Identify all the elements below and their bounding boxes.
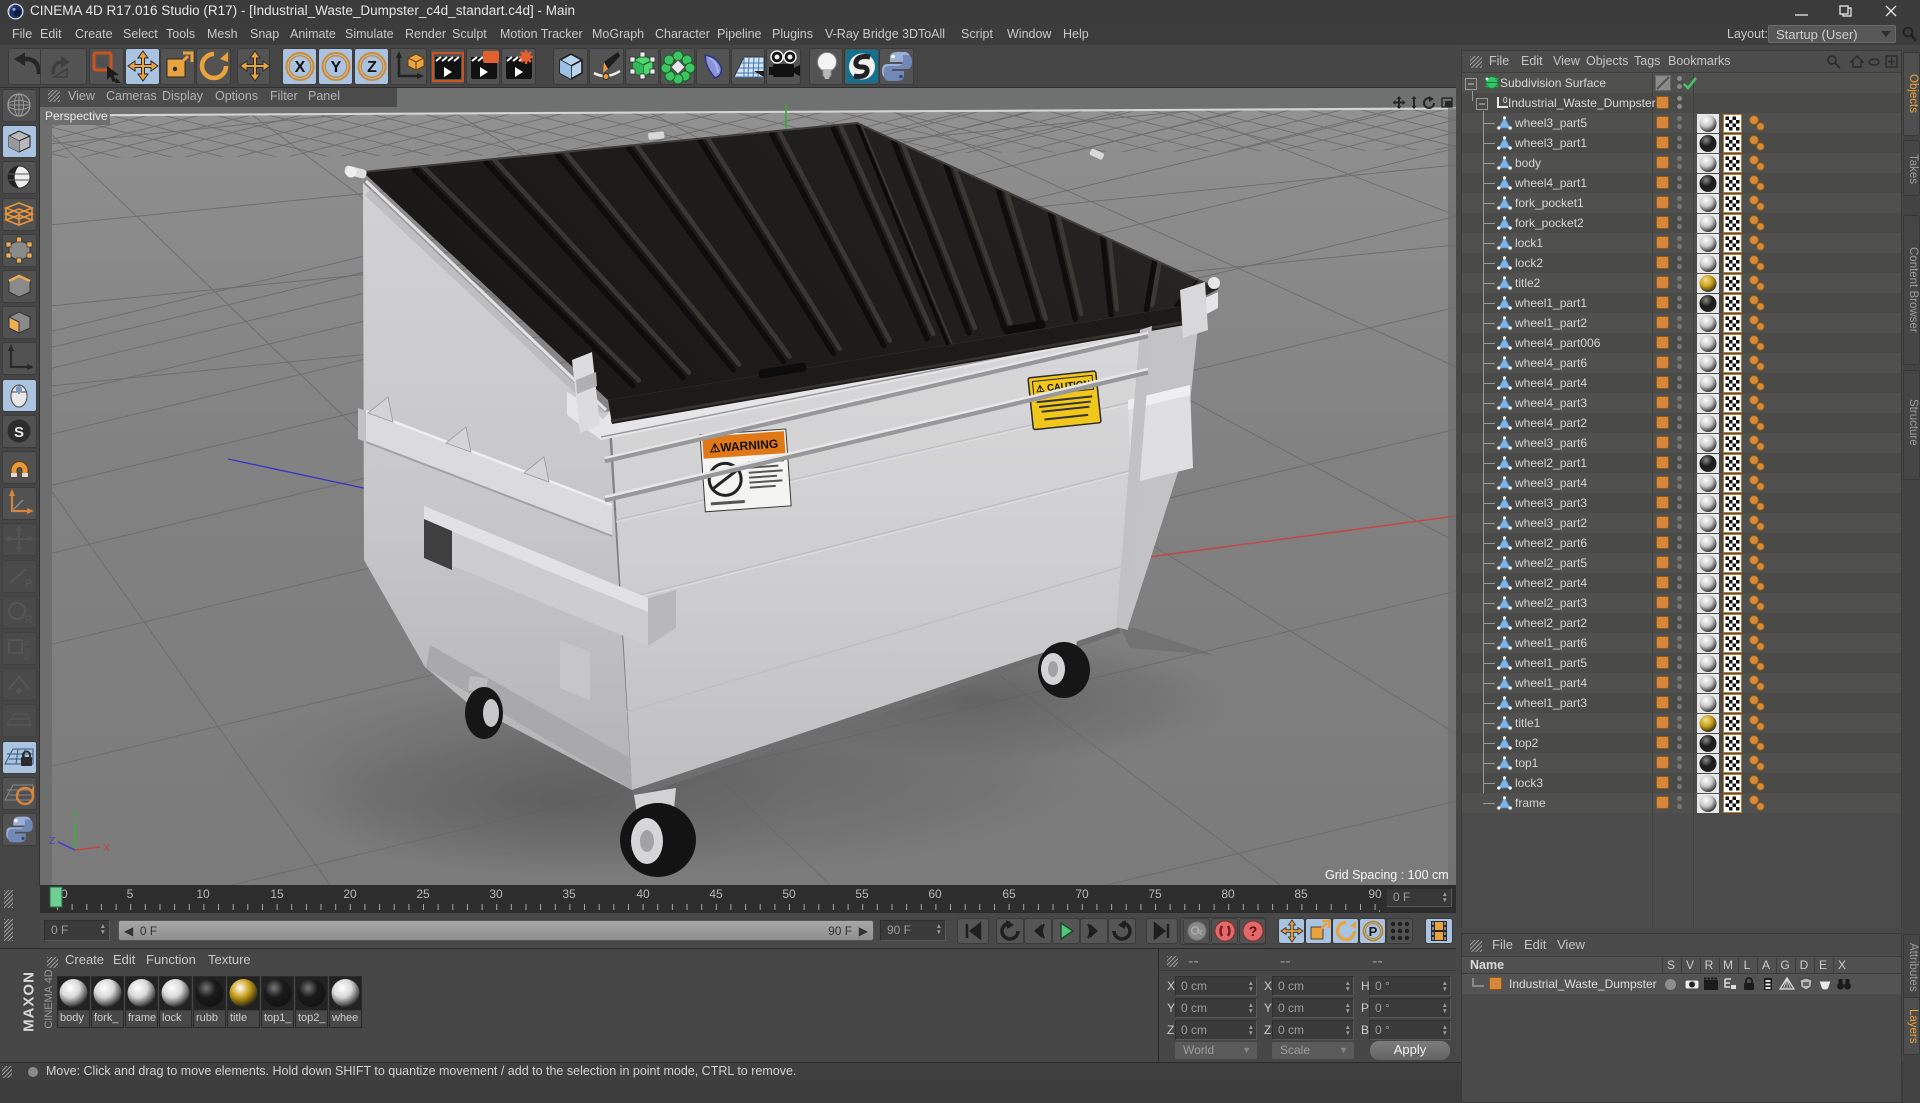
- svg-text:45: 45: [709, 887, 723, 901]
- svg-text:Y: Y: [331, 59, 342, 76]
- svg-text:60: 60: [928, 887, 942, 901]
- svg-text:5: 5: [127, 887, 134, 901]
- svg-text:35: 35: [562, 887, 576, 901]
- svg-text:X: X: [295, 59, 306, 76]
- svg-text:50: 50: [782, 887, 796, 901]
- svg-text:15: 15: [270, 887, 284, 901]
- svg-text:65: 65: [1002, 887, 1016, 901]
- svg-text:30: 30: [489, 887, 503, 901]
- svg-text:10: 10: [196, 887, 210, 901]
- svg-text:85: 85: [1294, 887, 1308, 901]
- svg-text:70: 70: [1075, 887, 1089, 901]
- svg-text:P: P: [25, 578, 32, 590]
- svg-text:90: 90: [1368, 887, 1382, 901]
- svg-text:R: R: [24, 654, 30, 663]
- svg-text:55: 55: [855, 887, 869, 901]
- svg-text:P: P: [1368, 924, 1377, 939]
- svg-text:75: 75: [1148, 887, 1162, 901]
- svg-text:X: X: [103, 843, 110, 854]
- svg-text:Z: Z: [49, 836, 55, 847]
- svg-text:20: 20: [343, 887, 357, 901]
- svg-text:?: ?: [1248, 923, 1257, 939]
- svg-text:40: 40: [636, 887, 650, 901]
- svg-text:Z: Z: [367, 59, 377, 76]
- svg-text:Perspective: Perspective: [45, 109, 108, 123]
- svg-text:25: 25: [416, 887, 430, 901]
- svg-text:Y: Y: [72, 810, 79, 821]
- svg-text:Grid Spacing : 100 cm: Grid Spacing : 100 cm: [1325, 868, 1449, 882]
- svg-text:R: R: [25, 614, 33, 626]
- svg-text:S: S: [14, 424, 24, 441]
- svg-text:80: 80: [1221, 887, 1235, 901]
